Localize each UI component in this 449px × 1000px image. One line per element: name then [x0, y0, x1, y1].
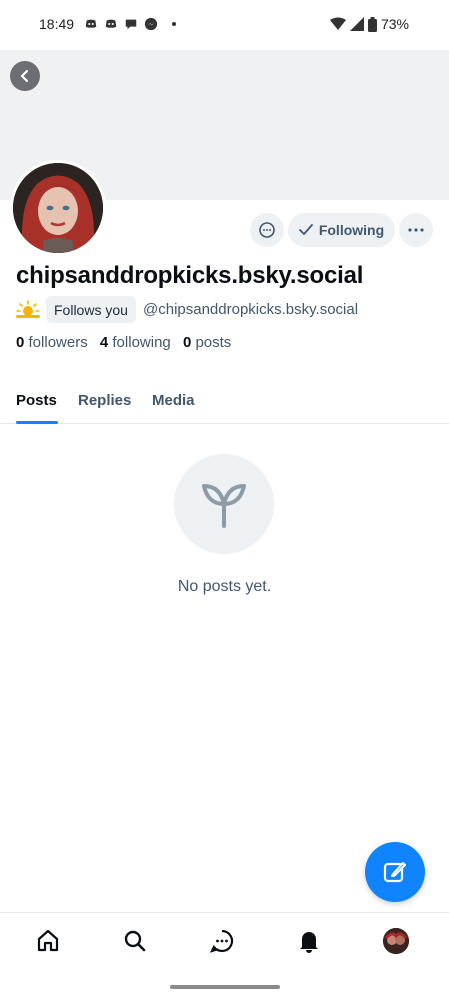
battery-percent: 73%: [380, 16, 409, 32]
posts-label: posts: [195, 334, 232, 351]
more-options-button[interactable]: [399, 213, 433, 247]
following-button-label: Following: [318, 222, 385, 238]
chat-bubble-icon: [125, 19, 137, 30]
compose-icon: [383, 862, 406, 883]
nav-notifications[interactable]: [295, 927, 323, 955]
discord-icon: [105, 19, 117, 28]
tab-media[interactable]: Media: [152, 392, 195, 409]
followers-stat[interactable]: 0 followers: [16, 334, 88, 351]
following-stat[interactable]: 4 following: [100, 334, 171, 351]
back-button[interactable]: [10, 61, 40, 91]
signal-icon: [349, 17, 364, 31]
chat-icon: [259, 222, 275, 238]
tab-replies[interactable]: Replies: [78, 392, 131, 409]
messenger-icon: [144, 17, 158, 31]
home-icon: [37, 929, 59, 952]
following-label: following: [112, 334, 171, 351]
profile-avatar[interactable]: [10, 160, 106, 256]
sprout-icon: [202, 484, 246, 528]
empty-state-message: No posts yet.: [177, 578, 272, 595]
compose-post-button[interactable]: [365, 842, 425, 902]
chat-icon: [209, 929, 234, 953]
nav-search[interactable]: [121, 927, 149, 955]
chevron-left-icon: [20, 69, 29, 83]
profile-display-name: chipsanddropkicks.bsky.social: [16, 262, 364, 289]
empty-state-icon-circle: [174, 454, 274, 554]
checkmark-icon: [298, 224, 313, 235]
nav-avatar-image: [383, 928, 409, 954]
posts-stat: 0 posts: [183, 334, 231, 351]
message-button[interactable]: [250, 213, 284, 247]
tab-posts[interactable]: Posts: [16, 392, 57, 409]
nav-chat[interactable]: [208, 927, 236, 955]
following-count: 4: [99, 334, 109, 351]
more-notifications-dot: [172, 22, 176, 26]
notification-icons: [84, 17, 176, 31]
system-status: 73%: [329, 16, 409, 32]
followers-count: 0: [16, 334, 25, 351]
ellipsis-icon: [408, 228, 424, 232]
status-time: 18:49: [39, 16, 75, 32]
sun-behind-cloud-icon: [16, 300, 40, 318]
search-icon: [124, 930, 146, 952]
status-bar: 18:49 73%: [0, 0, 449, 50]
discord-icon: [85, 19, 97, 28]
profile-stats: 0 followers 4 following 0 posts: [16, 334, 231, 351]
nav-profile[interactable]: [382, 927, 410, 955]
wifi-icon: [329, 17, 346, 30]
bottom-navigation: [0, 912, 449, 972]
home-indicator[interactable]: [170, 985, 280, 989]
nav-home[interactable]: [34, 927, 62, 955]
avatar-image: [13, 163, 103, 253]
posts-count: 0: [182, 334, 192, 351]
following-button[interactable]: Following: [288, 213, 395, 247]
follows-you-badge: Follows you: [46, 296, 136, 323]
profile-tabs: Posts Replies Media: [0, 382, 449, 424]
active-tab-indicator: [16, 421, 58, 424]
followers-label: followers: [28, 334, 88, 351]
battery-icon: [367, 16, 377, 32]
bell-icon: [300, 932, 318, 953]
profile-handle: @chipsanddropkicks.bsky.social: [143, 301, 359, 318]
profile-avatar: [383, 928, 409, 954]
